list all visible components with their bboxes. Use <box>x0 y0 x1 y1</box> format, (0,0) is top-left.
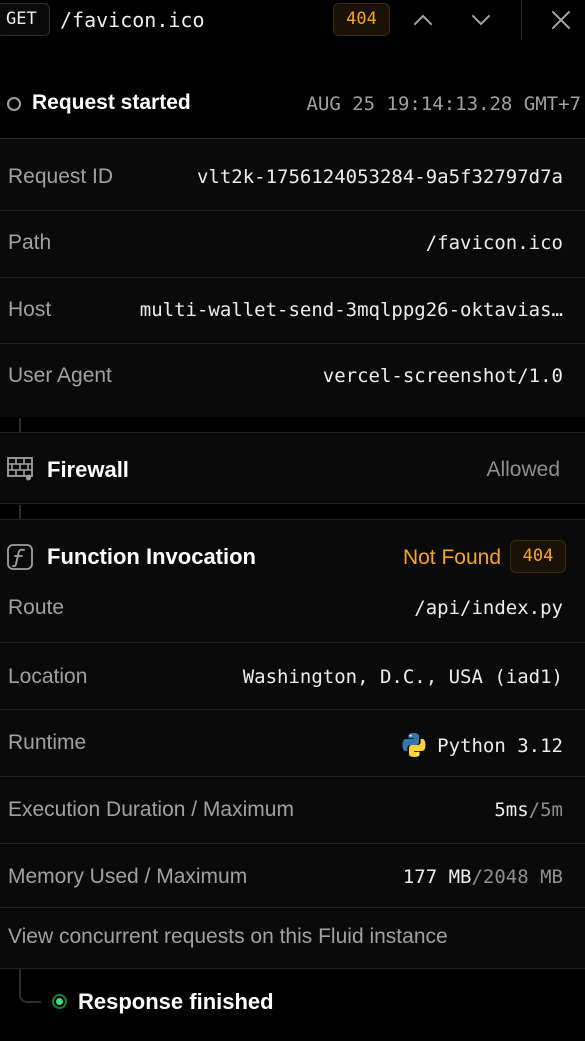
runtime-label: Runtime <box>8 731 87 754</box>
firewall-section[interactable]: Firewall Allowed <box>0 432 585 504</box>
request-detail-panel: GET /favicon.ico 404 Request started AUG… <box>0 0 585 1041</box>
firewall-status: Allowed <box>486 458 560 481</box>
request-id-value[interactable]: vlt2k-1756124053284-9a5f32797d7a <box>197 166 563 188</box>
location-label: Location <box>8 665 88 688</box>
close-icon <box>552 11 570 29</box>
execution-duration-value: 5ms/5m <box>494 799 563 821</box>
runtime-value: Python 3.12 <box>401 732 563 758</box>
runtime-row: Runtime Python 3.12 <box>0 709 585 776</box>
user-agent-row: User Agent vercel-screenshot/1.0 <box>0 343 585 417</box>
python-icon <box>402 733 426 757</box>
location-row: Location Washington, D.C., USA (iad1) <box>0 642 585 709</box>
location-value: Washington, D.C., USA (iad1) <box>242 666 563 688</box>
host-row: Host multi-wallet-send-3mqlppg26-oktavia… <box>0 277 585 343</box>
next-request-button[interactable] <box>467 6 495 34</box>
request-header: GET /favicon.ico 404 <box>0 0 585 40</box>
function-details: Route /api/index.py Location Washington,… <box>0 591 585 907</box>
route-value[interactable]: /api/index.py <box>414 597 563 619</box>
method-badge: GET <box>0 3 50 36</box>
firewall-icon <box>7 457 33 481</box>
header-divider <box>521 0 522 39</box>
execution-duration-max: /5m <box>528 799 563 821</box>
status-code-badge: 404 <box>333 3 390 36</box>
route-label: Route <box>8 596 65 619</box>
user-agent-value[interactable]: vercel-screenshot/1.0 <box>323 365 563 387</box>
route-row: Route /api/index.py <box>0 591 585 642</box>
previous-request-button[interactable] <box>409 6 437 34</box>
view-concurrent-requests-text: View concurrent requests on this Fluid i… <box>8 925 448 948</box>
request-details: Request ID vlt2k-1756124053284-9a5f32797… <box>0 138 585 417</box>
response-finished-icon <box>52 994 67 1009</box>
timeline-connector <box>19 418 21 432</box>
memory-row: Memory Used / Maximum 177 MB/2048 MB <box>0 843 585 907</box>
request-id-row: Request ID vlt2k-1756124053284-9a5f32797… <box>0 138 585 210</box>
runtime-text: Python 3.12 <box>437 735 563 757</box>
request-id-label: Request ID <box>8 165 114 188</box>
function-icon <box>7 544 33 570</box>
timeline-elbow <box>19 969 41 1003</box>
request-started-header: Request started AUG 25 19:14:13.28 GMT+7 <box>0 83 585 123</box>
host-label: Host <box>8 298 52 321</box>
close-button[interactable] <box>547 6 575 34</box>
firewall-title: Firewall <box>47 457 129 482</box>
timeline-connector <box>19 505 21 519</box>
memory-used: 177 MB <box>402 866 472 888</box>
path-row: Path /favicon.ico <box>0 210 585 277</box>
function-status-text: Not Found <box>402 546 501 569</box>
request-path-title: /favicon.ico <box>60 8 205 32</box>
chevron-up-icon <box>414 15 432 25</box>
request-timestamp: AUG 25 19:14:13.28 GMT+7 <box>306 93 581 115</box>
function-status-code: 404 <box>510 540 566 573</box>
execution-duration-used: 5ms <box>494 799 529 821</box>
view-concurrent-requests-link[interactable]: View concurrent requests on this Fluid i… <box>0 907 585 969</box>
request-started-icon <box>7 97 21 111</box>
response-finished-title: Response finished <box>78 989 274 1014</box>
host-value[interactable]: multi-wallet-send-3mqlppg26-oktavias… <box>140 299 563 321</box>
execution-duration-label: Execution Duration / Maximum <box>8 798 294 821</box>
path-label: Path <box>8 231 52 254</box>
execution-duration-row: Execution Duration / Maximum 5ms/5m <box>0 776 585 843</box>
memory-value: 177 MB/2048 MB <box>403 866 563 888</box>
request-started-title: Request started <box>32 91 191 114</box>
path-value[interactable]: /favicon.ico <box>426 232 563 254</box>
chevron-down-icon <box>472 15 490 25</box>
user-agent-label: User Agent <box>8 364 112 387</box>
memory-max: /2048 MB <box>471 866 563 888</box>
function-invocation-section[interactable]: Function Invocation Not Found 404 <box>0 519 585 591</box>
function-invocation-title: Function Invocation <box>47 544 256 569</box>
memory-label: Memory Used / Maximum <box>8 865 248 888</box>
